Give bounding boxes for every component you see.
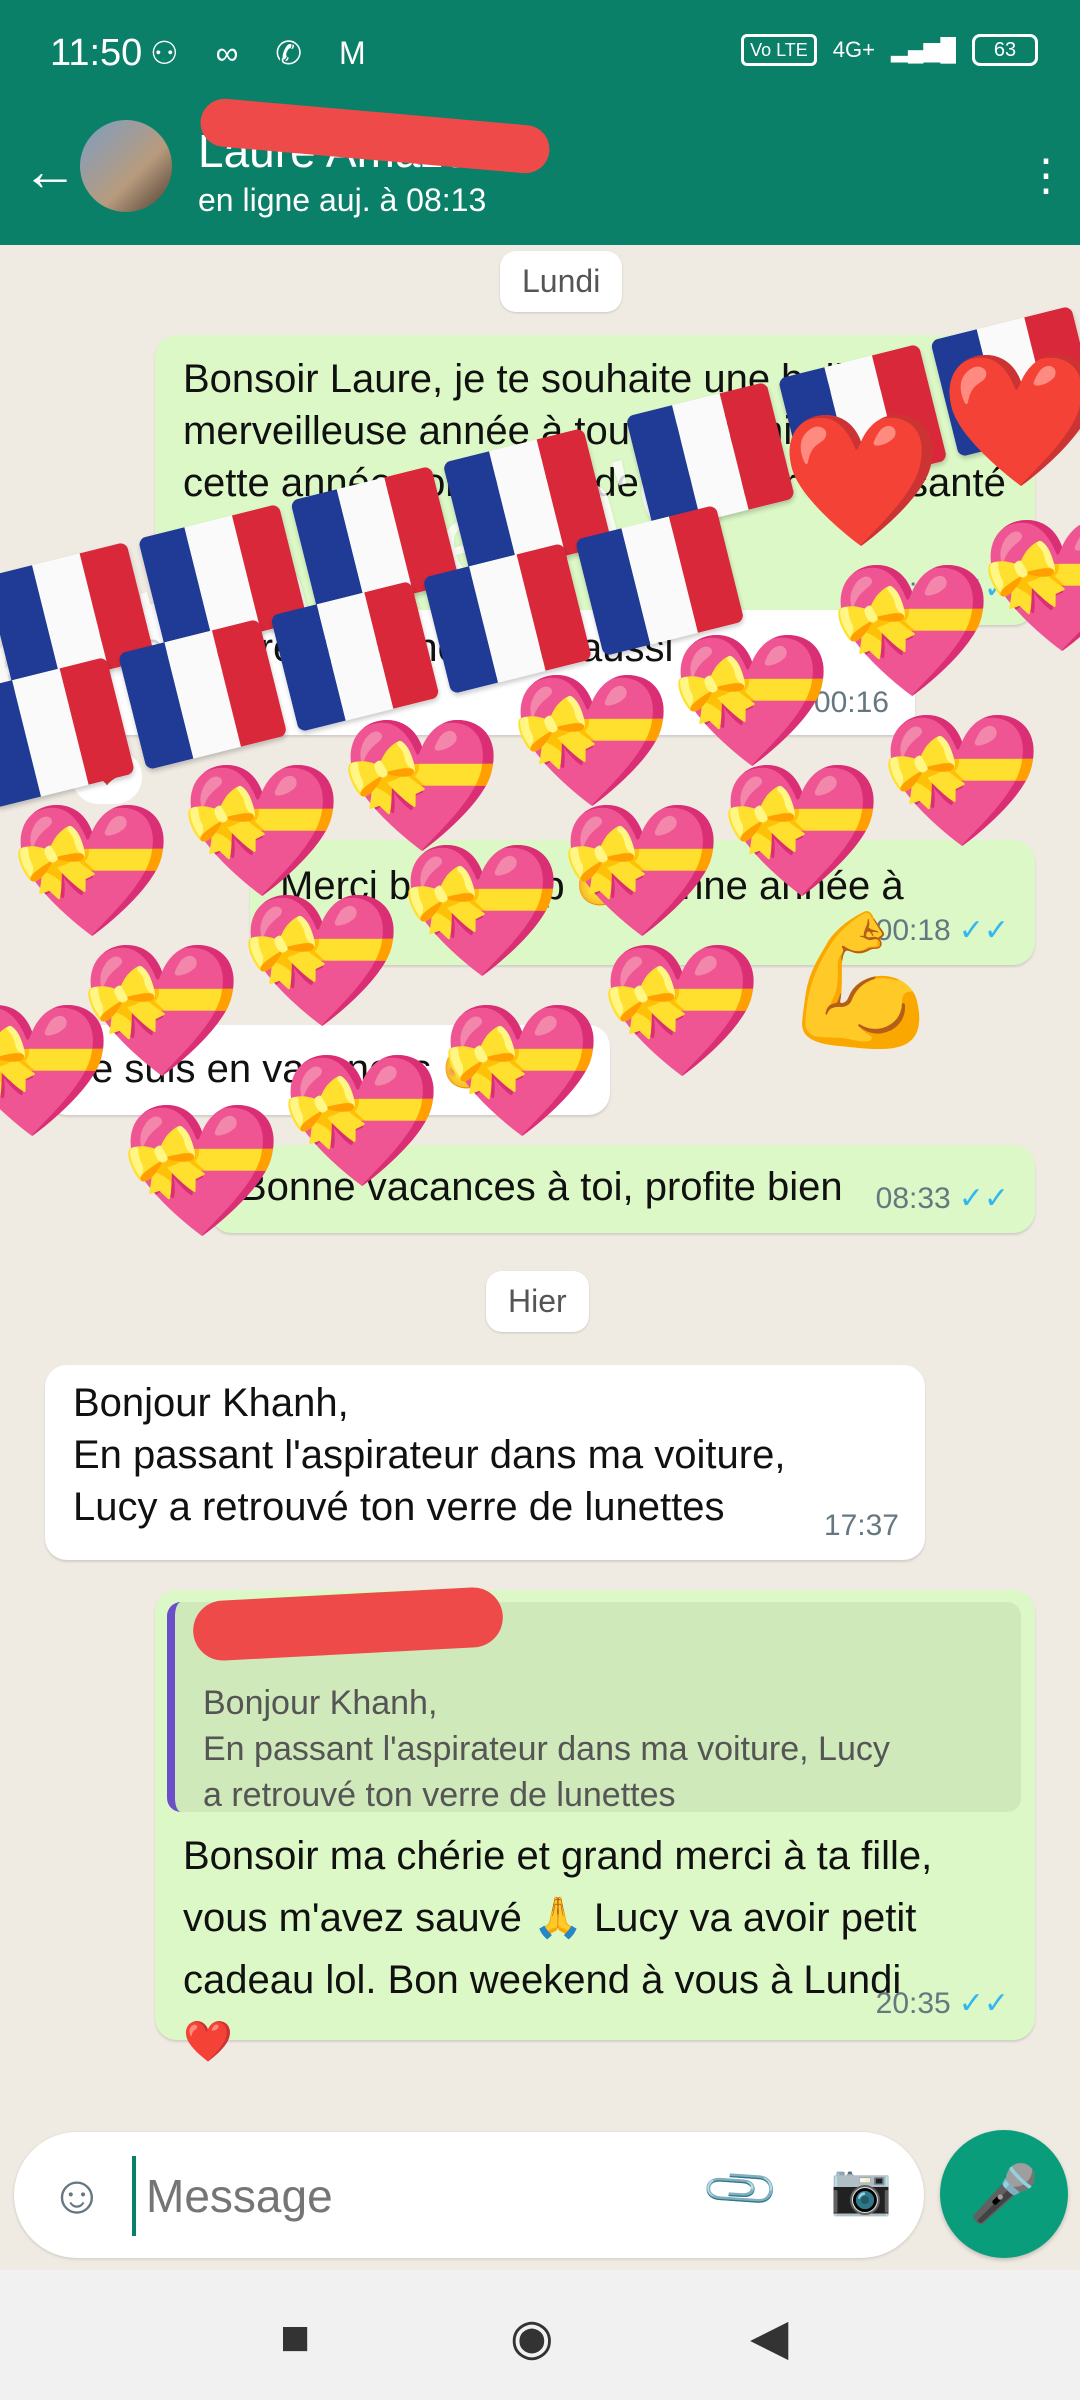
status-bar: 11:50 ⚇ ∞ ✆ M Vo LTE 4G+ ▂▄▆█ 63	[0, 0, 1080, 120]
read-ticks-icon: ✓✓	[958, 1987, 1009, 2020]
system-nav-bar: ■ ◉ ◀	[0, 2270, 1080, 2400]
status-right: Vo LTE 4G+ ▂▄▆█ 63	[741, 34, 1038, 66]
gift-heart-sticker-icon: 💝	[880, 707, 1042, 853]
microphone-button[interactable]: 🎤	[940, 2130, 1068, 2258]
message-time: 20:35 ✓✓	[875, 1987, 1009, 2020]
message-time: 17:37	[823, 1509, 899, 1542]
read-ticks-icon: ✓✓	[958, 914, 1009, 947]
gift-heart-sticker-icon: 💝	[280, 1047, 442, 1193]
message-time: 08:33 ✓✓	[875, 1182, 1009, 1215]
message-input[interactable]	[132, 2156, 708, 2236]
notification-icons: ⚇ ∞ ✆ M	[150, 35, 380, 71]
gift-heart-sticker-icon: 💝	[440, 997, 602, 1143]
battery-icon: 63	[972, 34, 1038, 66]
gift-heart-sticker-icon: 💝	[0, 997, 112, 1143]
gift-heart-sticker-icon: 💝	[510, 667, 672, 813]
network-label: 4G+	[832, 37, 875, 62]
more-options-icon[interactable]: ⋮	[1024, 150, 1068, 201]
back-icon[interactable]: ◀	[750, 2308, 788, 2366]
message-text: Bonsoir ma chérie et grand merci à ta fi…	[183, 1834, 933, 2064]
attachment-icon[interactable]: 📎	[698, 2147, 784, 2233]
gift-heart-sticker-icon: 💝	[600, 937, 762, 1083]
contact-avatar[interactable]	[80, 120, 172, 212]
read-ticks-icon: ✓✓	[958, 1182, 1009, 1215]
emoji-icon[interactable]: ☺	[42, 2160, 112, 2230]
volte-icon: Vo LTE	[741, 34, 817, 66]
flexed-biceps-sticker-icon: 💪	[780, 907, 942, 1053]
signal-icon: ▂▄▆█	[890, 37, 956, 62]
quoted-text: Bonjour Khanh, En passant l'aspirateur d…	[203, 1684, 890, 1814]
gift-heart-sticker-icon: 💝	[340, 712, 502, 858]
day-separator-hier: Hier	[486, 1271, 589, 1332]
message-composer: ☺ 📎 📷	[14, 2132, 924, 2258]
gift-heart-sticker-icon: 💝	[10, 797, 172, 943]
message-outgoing-reply[interactable]: Bonjour Khanh, En passant l'aspirateur d…	[155, 1585, 1035, 2064]
gift-heart-sticker-icon: 💝	[400, 837, 562, 983]
gift-heart-sticker-icon: 💝	[120, 1097, 282, 1243]
contact-status: en ligne auj. à 08:13	[198, 182, 487, 218]
red-heart-sticker-icon: ❤️	[940, 347, 1080, 493]
gift-heart-sticker-icon: 💝	[180, 757, 342, 903]
recent-apps-icon[interactable]: ■	[280, 2308, 310, 2366]
status-time: 11:50	[50, 32, 143, 74]
microphone-icon: 🎤	[969, 2162, 1039, 2225]
quoted-message[interactable]: Bonjour Khanh, En passant l'aspirateur d…	[167, 1585, 1021, 1814]
message-incoming[interactable]: Bonjour Khanh, En passant l'aspirateur d…	[45, 1365, 925, 1560]
red-heart-sticker-icon: ❤️	[780, 407, 942, 553]
camera-icon[interactable]: 📷	[830, 2160, 892, 2219]
gift-heart-sticker-icon: 💝	[980, 512, 1080, 658]
chat-area[interactable]: Lundi Bonsoir Laure, je te souhaite une …	[0, 245, 1080, 2125]
message-text: Bonjour Khanh, En passant l'aspirateur d…	[73, 1381, 786, 1529]
gift-heart-sticker-icon: 💝	[560, 797, 722, 943]
day-separator-lundi: Lundi	[500, 251, 623, 312]
quoted-author	[191, 1585, 505, 1663]
gift-heart-sticker-icon: 💝	[830, 557, 992, 703]
gift-heart-sticker-icon: 💝	[240, 887, 402, 1033]
red-heart-icon: ❤️	[183, 2020, 233, 2064]
home-icon[interactable]: ◉	[510, 2308, 554, 2366]
chat-header: ← Laure Amazon en ligne auj. à 08:13 ⋮	[0, 96, 1080, 245]
back-arrow-icon[interactable]: ←	[20, 138, 80, 203]
gift-heart-sticker-icon: 💝	[670, 627, 832, 773]
gift-heart-sticker-icon: 💝	[720, 757, 882, 903]
redaction-mark	[191, 1585, 505, 1663]
